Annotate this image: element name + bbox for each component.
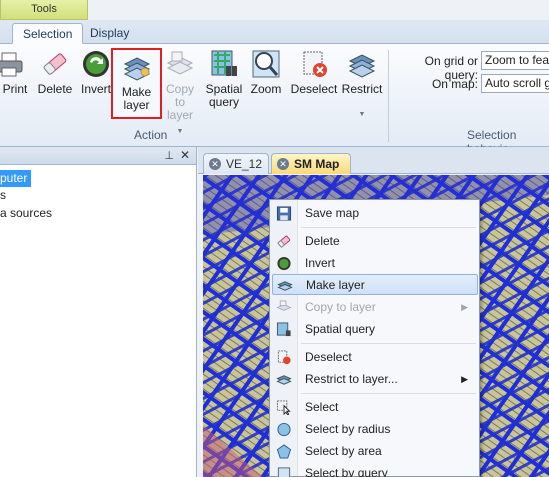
close-icon[interactable]: ✕	[180, 148, 190, 162]
pin-icon[interactable]: ⊥	[164, 149, 174, 162]
spatial-query-label-1: Spatial	[205, 82, 243, 96]
map-dropdown[interactable]: Auto scroll gr	[481, 74, 549, 93]
tab-sm-map-1[interactable]: ✕ SM Map 1	[271, 153, 351, 191]
tab-selection[interactable]: Selection	[12, 23, 84, 44]
context-menu: Save map Delete Invert Make layer Copy t…	[269, 199, 480, 477]
deselect-button[interactable]: Deselect	[289, 49, 339, 96]
tree-item-computer[interactable]: puter	[0, 170, 32, 187]
ribbon-panel: Print Delete Invert Make layer Copy to l…	[0, 44, 549, 156]
deselect-icon	[277, 350, 291, 365]
copy-to-layer-icon	[166, 51, 194, 75]
eraser-icon	[277, 235, 291, 248]
menu-item-select-by-query[interactable]: Select by query	[272, 463, 478, 477]
make-layer-icon	[123, 57, 150, 81]
left-pane: ⊥ ✕ puter s a sources	[0, 147, 197, 477]
print-label: Print	[2, 82, 28, 96]
menu-item-copy-to-layer[interactable]: Copy to layer ▶	[272, 297, 478, 318]
restrict-icon	[348, 54, 376, 78]
make-layer-label-1: Make	[121, 85, 152, 99]
restrict-button[interactable]: Restrict ▼	[341, 49, 383, 121]
invert-icon	[277, 256, 291, 271]
menu-item-invert[interactable]: Invert	[272, 253, 478, 274]
menu-item-save-map[interactable]: Save map	[272, 203, 478, 224]
menu-item-delete[interactable]: Delete	[272, 231, 478, 252]
copy-to-layer-icon	[276, 300, 292, 311]
make-layer-label-2: layer	[123, 98, 150, 112]
zoom-button[interactable]: Zoom	[249, 49, 283, 96]
print-button[interactable]: Print	[0, 49, 30, 96]
zoom-label: Zoom	[250, 82, 282, 96]
tree-item-s[interactable]: s	[0, 187, 6, 204]
copy-to-layer-label-2: layer	[166, 108, 193, 122]
submenu-arrow-icon: ▶	[461, 374, 468, 384]
grid-query-dropdown[interactable]: Zoom to featu	[481, 51, 549, 70]
circle-icon	[277, 422, 291, 437]
menu-item-label: Select	[305, 400, 339, 414]
tab-ve-12[interactable]: ✕ VE_12 *	[203, 153, 269, 191]
spatial-query-button[interactable]: Spatial query	[205, 49, 243, 109]
menu-item-label: Make layer	[306, 278, 365, 292]
deselect-label: Deselect	[290, 82, 338, 96]
action-group-label: Action	[134, 128, 168, 142]
menu-item-label: Copy to layer	[305, 300, 376, 314]
tree-item-data-sources[interactable]: a sources	[0, 205, 52, 222]
spatial-query-label-2: query	[208, 95, 240, 109]
restrict-label: Restrict	[341, 82, 383, 96]
menu-item-label: Restrict to layer...	[305, 372, 398, 386]
invert-button[interactable]: Invert	[79, 49, 113, 96]
restrict-icon	[276, 375, 292, 385]
menu-item-label: Deselect	[305, 350, 352, 364]
invert-icon	[83, 51, 109, 77]
menu-item-label: Invert	[305, 256, 336, 270]
save-icon	[276, 206, 292, 221]
app-window: Tools Selection Display Print Delete Inv…	[0, 0, 549, 477]
query-icon	[277, 467, 291, 477]
ribbon-tab-row: Selection Display	[0, 20, 549, 44]
invert-label: Invert	[80, 82, 111, 96]
menu-item-label: Select by query	[305, 466, 388, 477]
spatial-query-icon	[211, 50, 237, 76]
menu-item-deselect[interactable]: Deselect	[272, 347, 478, 368]
tab-display[interactable]: Display	[80, 23, 139, 44]
select-icon	[276, 400, 291, 415]
menu-item-label: Save map	[305, 206, 360, 220]
submenu-arrow-icon: ▶	[461, 302, 468, 312]
menu-separator	[301, 393, 476, 394]
zoom-icon	[252, 50, 280, 78]
copy-to-layer-button[interactable]: Copy to layer ▼	[160, 49, 200, 138]
make-layer-icon	[277, 281, 293, 291]
pane-header: ⊥ ✕	[0, 147, 196, 165]
close-icon[interactable]: ✕	[209, 158, 221, 170]
contextual-tab-tools[interactable]: Tools	[0, 0, 88, 20]
close-icon[interactable]: ✕	[277, 158, 289, 170]
polygon-icon	[276, 444, 292, 459]
spatial-query-icon	[276, 322, 291, 337]
menu-item-label: Spatial query	[305, 322, 376, 336]
chevron-down-icon: ▼	[358, 111, 366, 118]
menu-item-restrict-to-layer[interactable]: Restrict to layer... ▶	[272, 369, 478, 390]
menu-item-label: Select by radius	[305, 422, 391, 436]
delete-button[interactable]: Delete	[36, 49, 74, 96]
deselect-icon	[303, 51, 327, 77]
eraser-icon	[43, 53, 67, 75]
menu-separator	[301, 227, 476, 228]
map-label: On map:	[431, 77, 478, 91]
menu-item-select[interactable]: Select	[272, 397, 478, 418]
make-layer-button[interactable]: Make layer	[111, 48, 162, 119]
menu-item-label: Select by area	[305, 444, 382, 458]
printer-icon	[0, 52, 23, 77]
menu-item-label: Delete	[305, 234, 340, 248]
menu-item-select-by-area[interactable]: Select by area	[272, 441, 478, 462]
document-tab-bar: ✕ VE_12 * ✕ SM Map 1	[198, 147, 549, 191]
delete-label: Delete	[37, 82, 73, 96]
menu-item-select-by-radius[interactable]: Select by radius	[272, 419, 478, 440]
menu-separator	[301, 343, 476, 344]
copy-to-layer-label-1: Copy to	[165, 82, 194, 109]
menu-item-spatial-query[interactable]: Spatial query	[272, 319, 478, 340]
group-separator	[388, 50, 389, 142]
menu-item-make-layer[interactable]: Make layer	[272, 274, 478, 295]
